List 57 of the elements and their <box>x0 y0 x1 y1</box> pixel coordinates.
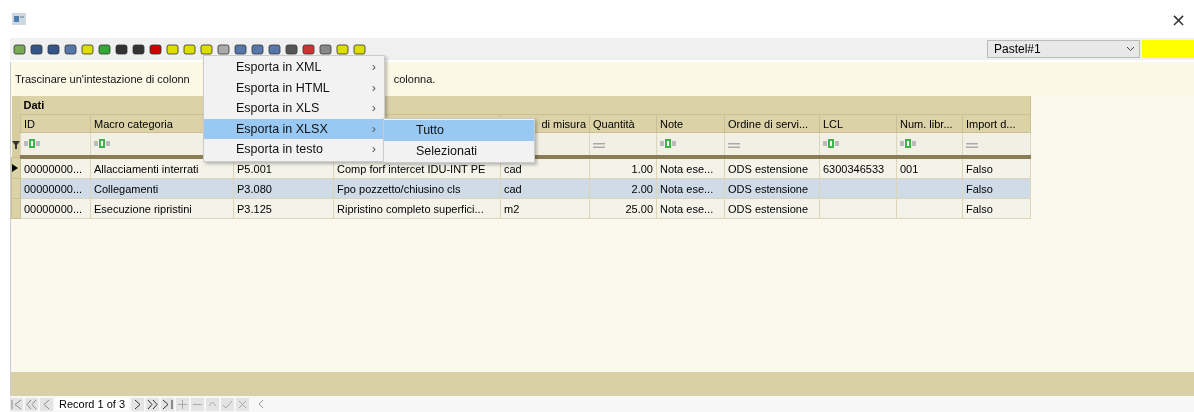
nav-back-button[interactable] <box>25 397 38 411</box>
filter-icon <box>11 140 20 149</box>
nav-edit-button[interactable] <box>206 397 220 411</box>
toolbar-tool-icon[interactable] <box>131 41 146 57</box>
toolbar-tool-icon[interactable] <box>114 41 129 57</box>
toolbar-tool-icon[interactable] <box>97 41 112 57</box>
filter-cell[interactable] <box>20 132 91 157</box>
filter-cell[interactable] <box>724 132 820 157</box>
nav-forward-button[interactable] <box>131 397 145 411</box>
toolbar-tool-icon[interactable] <box>29 41 44 57</box>
column-header[interactable]: LCL <box>819 114 897 133</box>
app-icon <box>12 13 26 25</box>
toolbar-tool-icon[interactable] <box>63 41 78 57</box>
nav-back-button[interactable] <box>10 397 23 411</box>
text-filter-icon <box>900 139 918 148</box>
text-filter-icon <box>24 139 42 148</box>
menu-item[interactable]: Esporta in testo › <box>204 139 384 160</box>
column-header[interactable]: Num. libr... <box>896 114 963 133</box>
color-swatch <box>1142 40 1194 58</box>
column-header[interactable]: Ordine di servi... <box>724 114 820 133</box>
equals-filter-icon <box>966 143 978 148</box>
group-hint: colonna. <box>393 73 436 85</box>
scroll-left-icon[interactable] <box>257 399 266 409</box>
menu-item[interactable]: Esporta in XLSX › <box>204 118 384 139</box>
current-row-icon <box>12 163 18 172</box>
menu-item[interactable]: Esporta in HTML › <box>204 77 384 98</box>
nav-edit-button[interactable] <box>221 397 235 411</box>
toolbar-tool-icon[interactable] <box>148 41 163 57</box>
text-filter-icon <box>660 139 678 148</box>
toolbar-tool-icon[interactable] <box>318 41 333 57</box>
menu-item[interactable]: Tutto <box>384 120 534 141</box>
color-scheme-dropdown[interactable]: Pastel#1 <box>987 40 1140 58</box>
nav-edit-button[interactable] <box>191 397 205 411</box>
column-header[interactable]: Quantità <box>589 114 657 133</box>
group-hint: Trascinare un'intestazione di colonn <box>15 73 190 85</box>
nav-forward-button[interactable] <box>161 397 175 411</box>
equals-filter-icon <box>593 143 605 148</box>
toolbar-tool-icon[interactable] <box>284 41 299 57</box>
column-header[interactable]: ID <box>20 114 91 133</box>
nav-edit-button[interactable] <box>236 397 250 411</box>
text-filter-icon <box>94 139 112 148</box>
toolbar-tool-icon[interactable] <box>250 41 265 57</box>
text-filter-icon <box>823 139 841 148</box>
toolbar-tool-icon[interactable] <box>46 41 61 57</box>
chevron-down-icon <box>1126 46 1135 52</box>
record-counter: Record 1 of 3 <box>55 398 130 410</box>
nav-forward-button[interactable] <box>146 397 160 411</box>
row-indicator[interactable] <box>11 157 21 179</box>
nav-back-button[interactable] <box>40 397 53 411</box>
column-header[interactable]: Import d... <box>962 114 1031 133</box>
equals-filter-icon <box>728 143 740 148</box>
menu-item[interactable]: Esporta in XML › <box>204 57 384 78</box>
column-header[interactable]: Note <box>656 114 725 133</box>
toolbar-tool-icon[interactable] <box>267 41 282 57</box>
toolbar-tool-icon[interactable] <box>301 41 316 57</box>
close-button[interactable]: × <box>1166 8 1190 30</box>
toolbar-tool-icon[interactable] <box>233 41 248 57</box>
